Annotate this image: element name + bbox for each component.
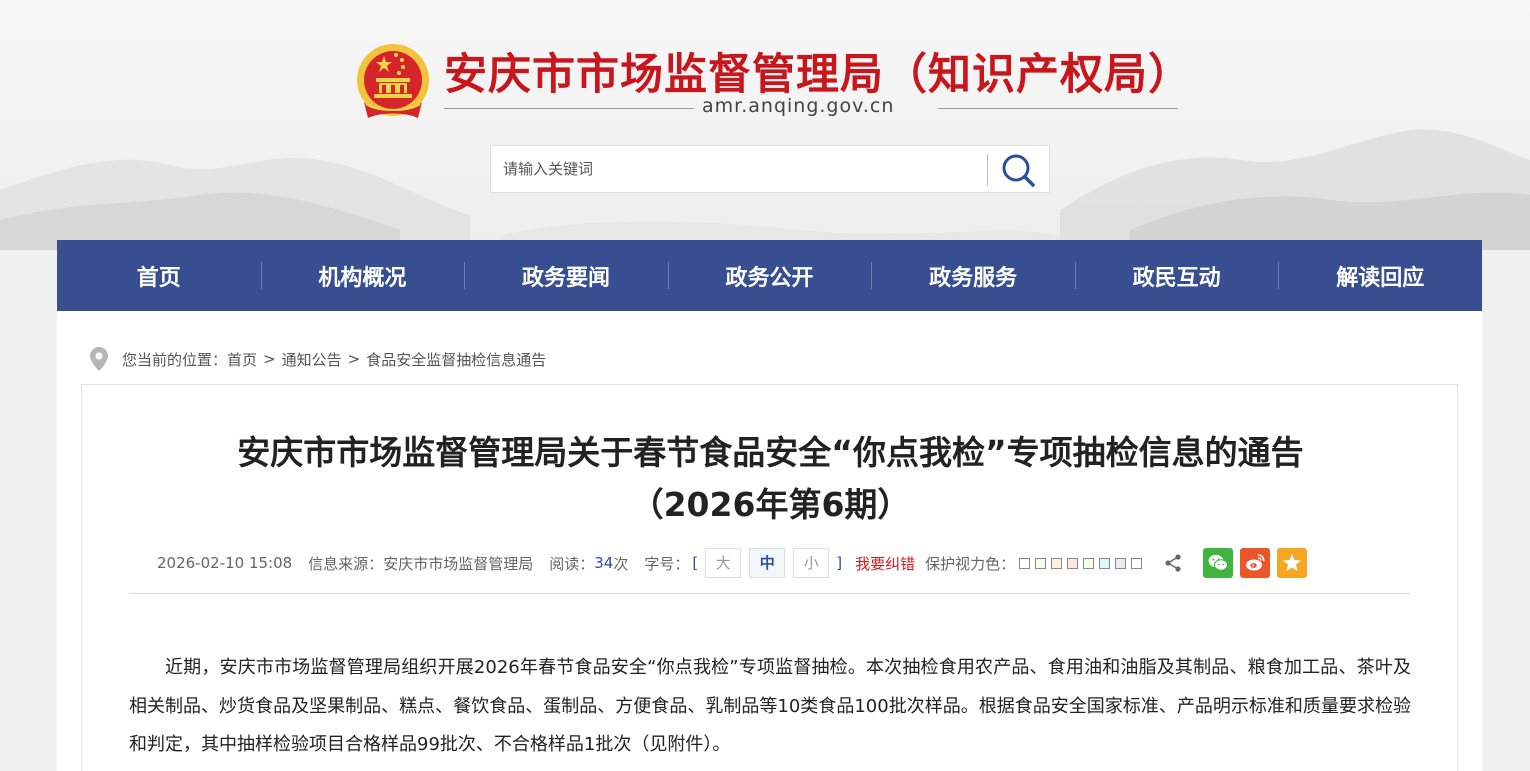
- weibo-icon: [1246, 554, 1265, 571]
- nav-item-news[interactable]: 政务要闻: [464, 240, 668, 311]
- font-size-bracket-open: [: [692, 554, 699, 572]
- site-domain: amr.anqing.gov.cn: [702, 95, 895, 117]
- nav-item-gov-service[interactable]: 政务服务: [871, 240, 1075, 311]
- search-icon: [1002, 154, 1035, 187]
- breadcrumb-separator: >: [347, 350, 361, 368]
- site-header: 安庆市市场监督管理局（知识产权局） amr.anqing.gov.cn: [0, 0, 1530, 240]
- eye-color-swatch[interactable]: [1131, 557, 1143, 569]
- nav-item-home[interactable]: 首页: [57, 240, 261, 311]
- search-button[interactable]: [996, 150, 1040, 190]
- search-divider: [987, 154, 988, 186]
- article-body: 近期，安庆市市场监督管理局组织开展2026年春节食品安全“你点我检”专项监督抽检…: [129, 657, 1411, 755]
- eye-color-swatch[interactable]: [1083, 557, 1095, 569]
- nav-item-interaction[interactable]: 政民互动: [1074, 240, 1279, 311]
- article-title-line1: 安庆市市场监督管理局关于春节食品安全“你点我检”专项抽检信息的通告: [237, 433, 1304, 472]
- national-emblem-icon: [357, 44, 429, 118]
- read-unit: 次: [613, 554, 629, 573]
- share-wechat-button[interactable]: [1203, 548, 1234, 578]
- nav-item-organization[interactable]: 机构概况: [260, 240, 465, 311]
- breadcrumb-prefix: 您当前的位置：: [122, 350, 228, 369]
- wechat-icon: [1208, 554, 1229, 571]
- main-nav: 首页 机构概况 政务要闻 政务公开 政务服务 政民互动 解读回应: [57, 240, 1482, 311]
- read-label: 阅读：: [549, 554, 595, 573]
- nav-item-interpretation[interactable]: 解读回应: [1278, 240, 1482, 311]
- meta-divider: [129, 593, 1411, 594]
- font-size-medium-button[interactable]: 中: [749, 548, 786, 578]
- font-size-large-button[interactable]: 大: [705, 548, 742, 578]
- breadcrumb-notices[interactable]: 通知公告: [282, 349, 342, 370]
- eye-color-swatch[interactable]: [1019, 557, 1031, 569]
- article-title-line2: （2026年第6期）: [630, 485, 911, 524]
- publish-datetime: 2026-02-10 15:08: [157, 554, 293, 572]
- breadcrumb-separator: >: [263, 350, 276, 368]
- eye-color-swatch[interactable]: [1067, 557, 1079, 569]
- search-input[interactable]: [491, 146, 986, 192]
- font-size-label: 字号：: [644, 554, 690, 573]
- share-weibo-button[interactable]: [1240, 548, 1271, 578]
- favorite-star-icon: [1283, 554, 1302, 571]
- source-label: 信息来源：: [308, 554, 384, 573]
- eye-color-swatch[interactable]: [1099, 557, 1111, 569]
- eye-color-swatch[interactable]: [1115, 557, 1127, 569]
- font-size-bracket-close: ]: [836, 554, 843, 572]
- breadcrumb-home[interactable]: 首页: [227, 349, 257, 370]
- nav-item-gov-disclosure[interactable]: 政务公开: [667, 240, 872, 311]
- breadcrumb: 您当前的位置： 首页 > 通知公告 > 食品安全监督抽检信息通告: [90, 347, 546, 371]
- source-value: 安庆市市场监督管理局: [383, 554, 534, 573]
- article-meta: 2026-02-10 15:08 信息来源： 安庆市市场监督管理局 阅读： 34…: [157, 547, 1308, 579]
- share-icon[interactable]: [1163, 553, 1183, 573]
- favorite-button[interactable]: [1277, 548, 1308, 578]
- eye-color-label: 保护视力色：: [925, 554, 1016, 573]
- site-title: 安庆市市场监督管理局（知识产权局）: [444, 50, 1192, 100]
- domain-line-left: [444, 108, 694, 109]
- eye-color-swatch[interactable]: [1051, 557, 1063, 569]
- location-pin-icon: [90, 347, 108, 371]
- eye-color-swatches: [1019, 557, 1147, 569]
- search-box: [490, 145, 1050, 193]
- font-size-small-button[interactable]: 小: [793, 548, 830, 578]
- article-panel: 安庆市市场监督管理局关于春节食品安全“你点我检”专项抽检信息的通告 （2026年…: [81, 384, 1458, 771]
- report-error-link[interactable]: 我要纠错: [855, 553, 915, 574]
- eye-color-swatch[interactable]: [1035, 557, 1047, 569]
- read-count: 34: [594, 554, 614, 572]
- article-title: 安庆市市场监督管理局关于春节食品安全“你点我检”专项抽检信息的通告 （2026年…: [82, 427, 1459, 531]
- domain-line-right: [938, 108, 1178, 109]
- breadcrumb-current[interactable]: 食品安全监督抽检信息通告: [366, 349, 546, 370]
